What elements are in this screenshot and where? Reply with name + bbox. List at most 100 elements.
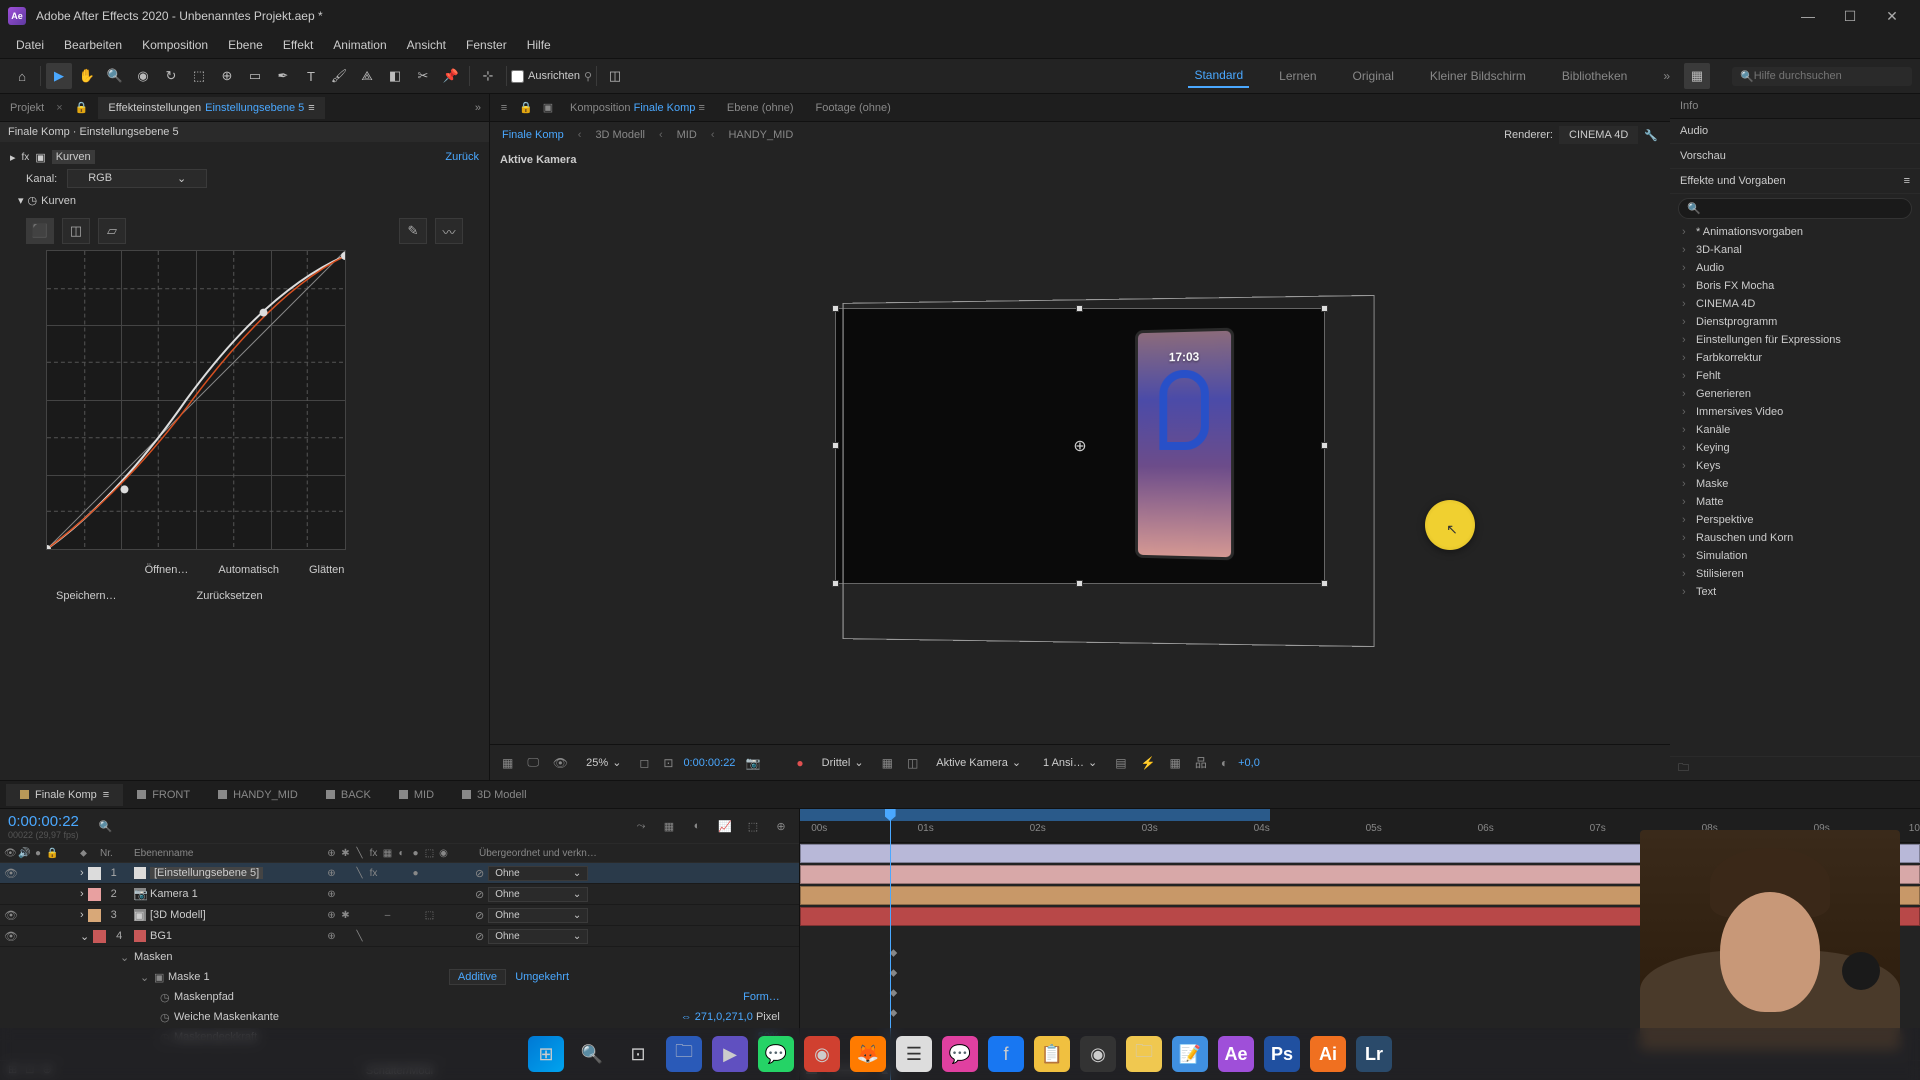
curves-mode-draw[interactable]: ▱: [98, 218, 126, 244]
after-effects-icon[interactable]: Ae: [1218, 1036, 1254, 1072]
taskbar-search-icon[interactable]: 🔍: [574, 1036, 610, 1072]
tab-project[interactable]: Projekt: [0, 97, 54, 119]
menu-effekt[interactable]: Effekt: [273, 34, 323, 56]
comp-lock-icon[interactable]: 🔒: [518, 100, 534, 116]
snap-options-icon[interactable]: ⚲: [584, 70, 592, 83]
effect-category[interactable]: ›Simulation: [1670, 547, 1920, 565]
screen-icon[interactable]: 🖵: [523, 753, 543, 772]
timeline-tab[interactable]: 3D Modell: [448, 784, 541, 806]
effect-category[interactable]: ›Stilisieren: [1670, 565, 1920, 583]
brush-tool[interactable]: 🖌: [326, 63, 352, 89]
fx-reset-button[interactable]: Zurück: [445, 151, 479, 163]
panel-menu-icon[interactable]: ≡: [1904, 175, 1910, 187]
whatsapp-icon[interactable]: 💬: [758, 1036, 794, 1072]
orbit-tool[interactable]: ◉: [130, 63, 156, 89]
clone-tool[interactable]: ⟁: [354, 63, 380, 89]
timeline-tab[interactable]: BACK: [312, 784, 385, 806]
snapshot-icon[interactable]: 📷: [741, 754, 764, 772]
parent-dropdown[interactable]: Ohne⌄: [488, 887, 588, 902]
curves-pencil-icon[interactable]: ✎: [399, 218, 427, 244]
layer-row[interactable]: 👁 ›3 ▣[3D Modell] ⊕✱–⬚ ⊘Ohne⌄: [0, 905, 799, 926]
motion-blur-icon[interactable]: ◐: [687, 820, 707, 832]
audio-panel-header[interactable]: Audio: [1670, 119, 1920, 144]
workspace-libraries[interactable]: Bibliotheken: [1556, 65, 1633, 87]
alpha-icon[interactable]: ▦: [498, 754, 517, 772]
panel-menu-icon[interactable]: ≡: [308, 102, 314, 114]
anchor-point-icon[interactable]: ⊕: [1073, 436, 1086, 456]
effect-category[interactable]: ›Matte: [1670, 493, 1920, 511]
curves-smooth-icon[interactable]: 〰: [435, 218, 463, 244]
effect-category[interactable]: ›Perspektive: [1670, 511, 1920, 529]
layer-search-icon[interactable]: 🔍: [99, 820, 113, 833]
taskview-icon[interactable]: ⊡: [620, 1036, 656, 1072]
pan-behind-tool[interactable]: ⊕: [214, 63, 240, 89]
effect-category[interactable]: ›* Animationsvorgaben: [1670, 223, 1920, 241]
keyframe-icon[interactable]: ⬥: [890, 967, 898, 980]
selection-tool[interactable]: ▶: [46, 63, 72, 89]
bg-layer-outline[interactable]: [843, 295, 1375, 647]
pixel-aspect-icon[interactable]: ▤: [1111, 754, 1130, 772]
renderer-settings-icon[interactable]: 🔧: [1644, 129, 1658, 142]
effect-category[interactable]: ›Farbkorrektur: [1670, 349, 1920, 367]
breadcrumb-0[interactable]: Finale Komp: [502, 129, 564, 141]
illustrator-icon[interactable]: Ai: [1310, 1036, 1346, 1072]
parent-dropdown[interactable]: Ohne⌄: [488, 866, 588, 881]
layer-row[interactable]: ›2 📷Kamera 1 ⊕ ⊘Ohne⌄: [0, 884, 799, 905]
menu-datei[interactable]: Datei: [6, 34, 54, 56]
fx-toggle-icon[interactable]: ▸: [10, 151, 16, 164]
transparency-icon[interactable]: ▦: [878, 754, 897, 772]
effect-category[interactable]: ›Maske: [1670, 475, 1920, 493]
shape-tool[interactable]: ▭: [242, 63, 268, 89]
tab-lock-icon[interactable]: 🔒: [65, 96, 99, 119]
reset-exposure-icon[interactable]: ◐: [1217, 754, 1232, 772]
graph-editor-icon[interactable]: 📈: [715, 820, 735, 833]
home-icon[interactable]: ⌂: [9, 63, 35, 89]
camera-tool[interactable]: ⬚: [186, 63, 212, 89]
info-panel-header[interactable]: Info: [1670, 94, 1920, 119]
views-dropdown[interactable]: 1 Ansi…⌄: [1035, 754, 1105, 771]
roi-icon[interactable]: ⊡: [659, 754, 677, 772]
preview-panel-header[interactable]: Vorschau: [1670, 144, 1920, 169]
zoom-dropdown[interactable]: 25%⌄: [578, 754, 629, 771]
mask-path[interactable]: ◷MaskenpfadForm…⊘: [0, 987, 799, 1007]
rotate-tool[interactable]: ↻: [158, 63, 184, 89]
start-button[interactable]: ⊞: [528, 1036, 564, 1072]
renderer-dropdown[interactable]: CINEMA 4D: [1559, 126, 1638, 144]
curves-open-button[interactable]: Öffnen…: [145, 564, 189, 576]
help-search-input[interactable]: [1754, 70, 1904, 82]
timecode-display[interactable]: 0:00:00:22: [683, 757, 735, 769]
firefox-icon[interactable]: 🦊: [850, 1036, 886, 1072]
lightroom-icon[interactable]: Lr: [1356, 1036, 1392, 1072]
roto-tool[interactable]: ✂: [410, 63, 436, 89]
work-area[interactable]: [800, 809, 1270, 821]
layer-row[interactable]: 👁 ›1 [Einstellungsebene 5] ⊕╲fx● ⊘Ohne⌄: [0, 863, 799, 884]
curves-stopwatch-icon[interactable]: ◷: [28, 194, 38, 207]
effect-category[interactable]: ›Generieren: [1670, 385, 1920, 403]
panel-toggle-icon[interactable]: ▦: [1684, 63, 1710, 89]
workspace-lernen[interactable]: Lernen: [1273, 65, 1322, 87]
breadcrumb-1[interactable]: 3D Modell: [595, 129, 645, 141]
tab-effect-controls[interactable]: Effekteinstellungen Einstellungsebene 5 …: [98, 97, 324, 119]
effects-search-input[interactable]: [1701, 203, 1903, 214]
curves-collapse-icon[interactable]: ▾: [18, 194, 24, 207]
comp-nav-back-icon[interactable]: ≡: [496, 100, 512, 116]
fx-visible-icon[interactable]: ▣: [35, 151, 45, 164]
menu-ebene[interactable]: Ebene: [218, 34, 273, 56]
curves-mode-linear[interactable]: ◫: [62, 218, 90, 244]
mask-group[interactable]: ⌄Masken: [0, 947, 799, 967]
timeline-tab[interactable]: FRONT: [123, 784, 204, 806]
help-search[interactable]: 🔍: [1732, 67, 1912, 86]
zoom-tool[interactable]: 🔍: [102, 63, 128, 89]
timeline-icon[interactable]: ▦: [1166, 754, 1185, 772]
curves-save-button[interactable]: Speichern…: [56, 590, 117, 602]
app-icon-4[interactable]: 📋: [1034, 1036, 1070, 1072]
local-axis-icon[interactable]: ⊹: [475, 63, 501, 89]
flowchart-icon[interactable]: 品: [1191, 752, 1211, 773]
effect-category[interactable]: ›Kanäle: [1670, 421, 1920, 439]
messenger-icon[interactable]: 💬: [942, 1036, 978, 1072]
channel-icon[interactable]: ●: [792, 754, 807, 772]
effect-category[interactable]: ›Rauschen und Korn: [1670, 529, 1920, 547]
mask-icon[interactable]: 👁: [549, 754, 572, 772]
app-icon-1[interactable]: ▶: [712, 1036, 748, 1072]
camera-dropdown[interactable]: Aktive Kamera⌄: [928, 754, 1029, 771]
